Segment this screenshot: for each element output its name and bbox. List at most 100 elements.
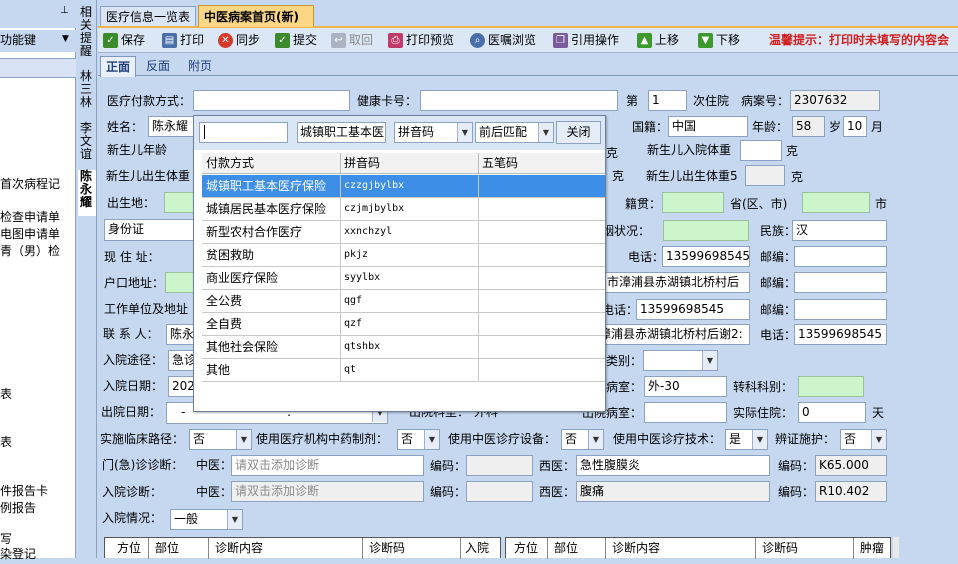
vtab-doctor-1[interactable]: 林三林 — [80, 70, 94, 109]
vtab-reminder[interactable]: 相关提醒 — [80, 6, 94, 58]
popup-list-row[interactable]: 新型农村合作医疗 xxnchzyl — [202, 221, 605, 244]
save-button[interactable]: ✓ 保存 — [103, 30, 145, 50]
move-down-button[interactable]: ▼ 下移 — [698, 30, 740, 50]
native-city-input[interactable] — [802, 192, 870, 213]
row-pinyin: qzf — [344, 318, 363, 329]
pay-method-input[interactable] — [193, 90, 350, 111]
popup-list-row[interactable]: 其他社会保险 qtshbx — [202, 336, 605, 359]
chevron-down-icon: ▼ — [457, 123, 472, 142]
ethnicity-input[interactable]: 汉 — [792, 220, 887, 241]
nationality-input[interactable]: 中国 — [668, 116, 748, 137]
function-key-label: 功能键 — [0, 33, 37, 47]
move-up-button[interactable]: ▲ 上移 — [637, 30, 679, 50]
vertical-tab-strip: 相关提醒 林三林 李文谊 陈永耀 — [77, 0, 97, 558]
tab-appendix[interactable]: 附页 — [180, 57, 220, 76]
pin-icon[interactable]: ⊥ — [60, 5, 69, 16]
tab-back[interactable]: 反面 — [139, 57, 177, 76]
popup-close-button[interactable]: 关闭 — [556, 121, 601, 144]
marital-status-input[interactable] — [663, 220, 749, 241]
sidebar-item[interactable]: 表 — [0, 384, 12, 404]
popup-list-row[interactable]: 城镇职工基本医疗保险 czzgjbylbx — [202, 175, 605, 198]
newborn-admit-weight-input[interactable] — [740, 140, 782, 161]
outpatient-tcm-diag-input[interactable]: 请双击添加诊断 — [231, 455, 424, 476]
sidebar-item[interactable]: 青（男）检 — [0, 241, 60, 261]
row-pinyin: pkjz — [344, 249, 369, 260]
outpatient-wm-diag-input[interactable]: 急性腹膜炎 — [576, 455, 770, 476]
ward-input[interactable]: 外-30 — [644, 376, 727, 397]
label-work: 工作单位及地址 — [104, 302, 189, 316]
contact-name-input[interactable]: 陈永 — [166, 324, 196, 345]
outpatient-tcm-code-field — [466, 455, 533, 476]
sidebar-item[interactable]: 例报告 — [0, 498, 36, 518]
label-gram-4: 克 — [791, 170, 804, 184]
health-card-input[interactable] — [420, 90, 618, 111]
popup-insurance-type-input[interactable]: 城镇职工基本医 — [297, 122, 386, 143]
sidebar-item[interactable]: 染登记 — [0, 544, 36, 564]
admission-status-select[interactable]: 一般 ▼ — [170, 509, 243, 530]
sidebar-item[interactable]: 表 — [0, 432, 12, 452]
popup-mode-select[interactable]: 拼音码 ▼ — [394, 122, 473, 143]
popup-list-row[interactable]: 商业医疗保险 syylbx — [202, 267, 605, 290]
contact-phone-input[interactable]: 13599698545 — [794, 324, 887, 345]
use-equip-select[interactable]: 否 ▼ — [561, 429, 604, 450]
birthplace-input[interactable] — [164, 192, 194, 213]
chevron-down-icon: ▼ — [424, 430, 439, 449]
admission-route-select[interactable]: 急诊 — [168, 350, 196, 371]
popup-search-input[interactable] — [199, 122, 288, 143]
admission-wm-diag-input[interactable]: 腹痛 — [576, 481, 770, 502]
quote-button[interactable]: ❐ 引用操作 — [553, 30, 619, 50]
order-browse-button[interactable]: ⌕ 医嘱浏览 — [470, 30, 536, 50]
left-sidebar: ⊥ 功能键 ▼ 首次病程记 检查申请单 电图申请单 青（男）检 表 表 件报告卡… — [0, 0, 76, 561]
hukou-zip-input[interactable] — [794, 272, 887, 293]
admission-tcm-diag-input[interactable]: 请双击添加诊断 — [231, 481, 424, 502]
function-key-menu[interactable]: 功能键 ▼ — [0, 30, 76, 52]
category-select[interactable]: ▼ — [643, 350, 718, 371]
col-site: 部位 — [548, 538, 606, 559]
popup-list-row[interactable]: 其他 qt — [202, 359, 605, 382]
transfer-dept-input[interactable] — [798, 376, 864, 397]
vtab-doctor-2[interactable]: 李文谊 — [80, 122, 94, 161]
use-prep-select[interactable]: 否 ▼ — [397, 429, 440, 450]
home-zip-input[interactable] — [794, 246, 887, 267]
tab-medical-info[interactable]: 医疗信息一览表 — [100, 6, 197, 26]
print-preview-button[interactable]: ⎙ 打印预览 — [388, 30, 454, 50]
syndrome-select[interactable]: 否 ▼ — [840, 429, 887, 450]
contact-address-input[interactable]: 漳浦县赤湖镇北桥村后谢2: — [598, 324, 750, 345]
chevron-down-icon: ▼ — [871, 430, 886, 449]
chevron-down-icon: ▼ — [227, 510, 242, 529]
hukou-address-detail[interactable]: 市漳浦县赤湖镇北桥村后 — [604, 272, 750, 293]
hukou-address-input[interactable] — [165, 272, 195, 293]
vtab-patient[interactable]: 陈永耀 — [78, 170, 96, 216]
sync-button[interactable]: ✕ 同步 — [218, 30, 260, 50]
admission-count-input[interactable]: 1 — [648, 90, 687, 111]
popup-list-row[interactable]: 全公费 qgf — [202, 290, 605, 313]
label-age-year: 岁 — [829, 120, 842, 134]
admission-date-input[interactable]: 2023 — [168, 376, 196, 397]
text-caret — [204, 125, 205, 139]
popup-match-select[interactable]: 前后匹配 ▼ — [475, 122, 554, 143]
submit-button[interactable]: ✓ 提交 — [275, 30, 317, 50]
clinical-path-select[interactable]: 否 ▼ — [189, 429, 252, 450]
id-type-select[interactable]: 身份证 — [104, 219, 194, 241]
label-case-no: 病案号： — [741, 94, 790, 108]
col-diag-code: 诊断码 — [756, 538, 854, 559]
actual-days-input[interactable]: 0 — [798, 402, 866, 423]
popup-list-row[interactable]: 城镇居民基本医疗保险 czjmjbylbx — [202, 198, 605, 221]
home-phone-input[interactable]: 13599698545 — [662, 246, 750, 267]
row-pinyin: qtshbx — [344, 341, 381, 352]
work-zip-input[interactable] — [794, 299, 887, 320]
work-phone-input[interactable]: 13599698545 — [636, 299, 750, 320]
print-button[interactable]: ▤ 打印 — [162, 30, 204, 50]
tab-front[interactable]: 正面 — [100, 56, 136, 77]
age-month-field[interactable]: 10 — [843, 116, 867, 137]
native-province-input[interactable] — [662, 192, 724, 213]
popup-list-row[interactable]: 贫困救助 pkjz — [202, 244, 605, 267]
label-ward: 病室： — [606, 380, 643, 394]
patient-name-input[interactable]: 陈永耀 — [148, 116, 198, 137]
popup-list-row[interactable]: 全自费 qzf — [202, 313, 605, 336]
use-tech-select[interactable]: 是 ▼ — [725, 429, 768, 450]
discharge-ward-input[interactable] — [644, 402, 727, 423]
retrieve-button[interactable]: ↩ 取回 — [331, 30, 373, 50]
tab-tcm-case-front[interactable]: 中医病案首页(新) — [198, 5, 314, 27]
sidebar-item[interactable]: 首次病程记 — [0, 174, 60, 194]
